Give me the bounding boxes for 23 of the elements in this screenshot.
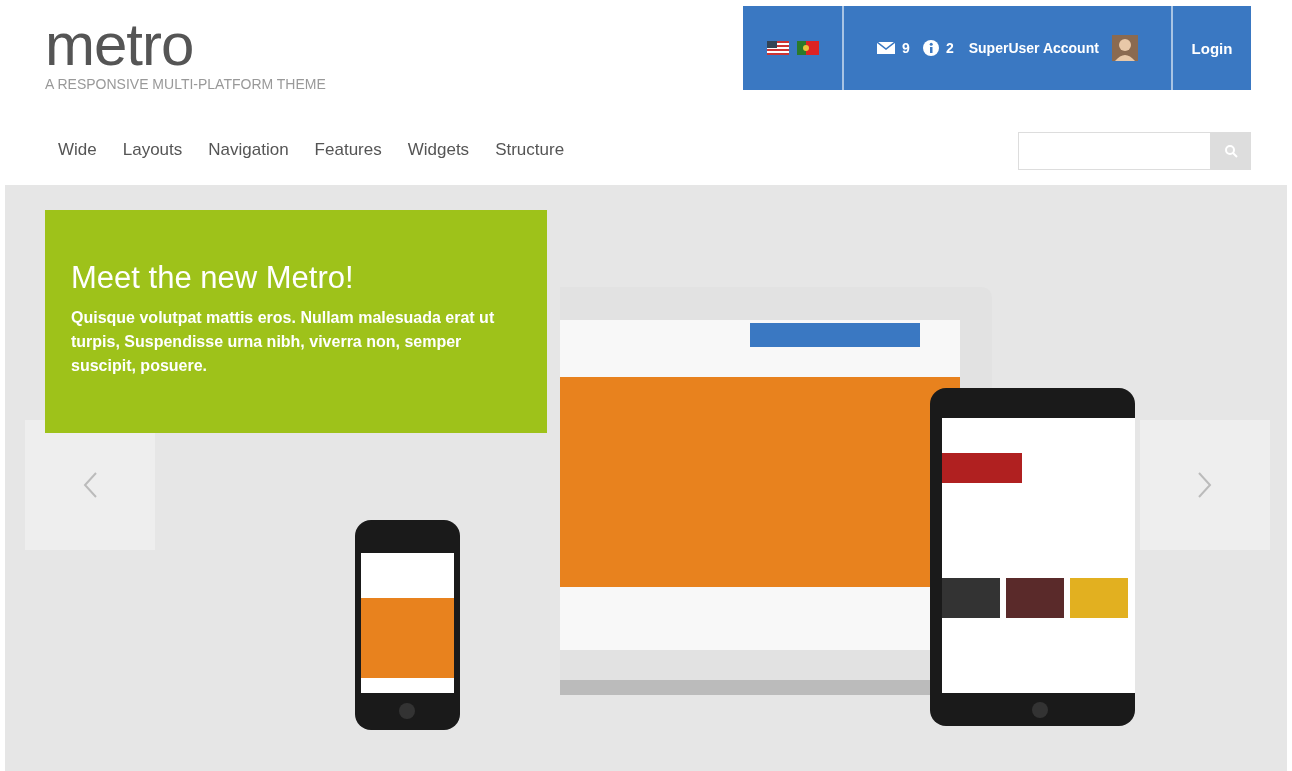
avatar-icon[interactable]: [1111, 35, 1138, 61]
notification-count: 2: [945, 40, 954, 56]
nav-link[interactable]: Structure: [495, 139, 565, 160]
previous-slide-button[interactable]: [25, 420, 155, 550]
search-icon: [1224, 144, 1238, 158]
caption-text: Quisque volutpat mattis eros. Nullam malesuada erat ut turpis, Suspendisse urna nibh, viverra non, semper suscipit, posuere.: [71, 308, 496, 376]
message-count: 9: [902, 40, 910, 56]
nav-link[interactable]: Widgets: [407, 139, 470, 160]
nav-link[interactable]: Layouts: [122, 139, 183, 160]
logo-title[interactable]: metro: [45, 16, 326, 74]
portugal-flag-icon[interactable]: [796, 41, 819, 55]
envelope-icon[interactable]: [877, 42, 896, 54]
logo-tagline: A RESPONSIVE MULTI-PLATFORM THEME: [45, 76, 326, 92]
caption-heading: Meet the new Metro!: [71, 260, 355, 296]
us-flag-icon[interactable]: [766, 41, 789, 55]
nav-link[interactable]: Features: [314, 139, 382, 160]
chevron-right-icon: [1197, 471, 1213, 499]
nav-link[interactable]: Navigation: [208, 139, 289, 160]
chevron-left-icon: [82, 471, 98, 499]
nav-link[interactable]: Wide: [58, 139, 97, 160]
account-link[interactable]: SuperUser Account: [968, 40, 1099, 56]
search-field[interactable]: [1018, 132, 1211, 170]
info-icon[interactable]: [922, 40, 939, 56]
